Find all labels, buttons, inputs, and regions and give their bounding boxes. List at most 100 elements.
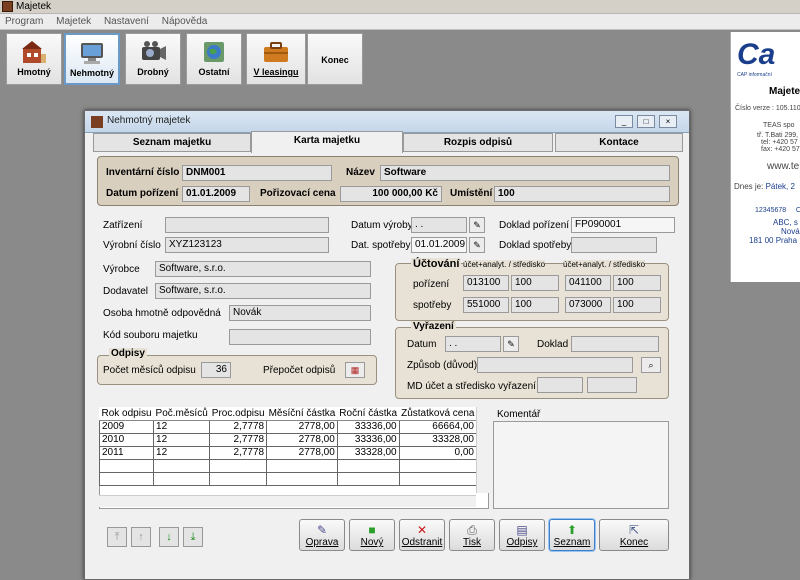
main-toolbar: Hmotný Nehmotný Drobný Ostatní V leasing… [0,30,730,86]
col-rocni-castka[interactable]: Roční částka [337,407,400,421]
acq-doc-field[interactable]: FP090001 [571,217,675,233]
exit-icon: ⇱ [628,523,640,537]
responsible-field[interactable]: Novák [229,305,371,321]
minimize-icon[interactable]: _ [615,115,633,128]
first-record-icon[interactable]: ⤒ [107,527,127,547]
tab-rozpis-odpisu[interactable]: Rozpis odpisů [403,133,553,152]
next-record-icon[interactable]: ↓ [159,527,179,547]
col-rok[interactable]: Rok odpisu [99,407,154,421]
dialog-icon [91,116,103,128]
logo-text: Ca [737,38,776,71]
briefcase-icon [264,42,288,62]
disposal-date-field[interactable]: . . [445,336,501,352]
uctovani-col2-label: účet+analyt. / středisko [563,260,646,269]
zatrizeni-field[interactable] [165,217,329,233]
last-record-icon[interactable]: ⤓ [183,527,203,547]
konec-button[interactable]: ⇱ Konec [599,519,669,551]
toolbar-hmotny-label: Hmotný [17,67,51,77]
porizeni-account2-field[interactable]: 041100 [565,275,611,291]
odpisy-button[interactable]: ▤ Odpisy [499,519,545,551]
cell: 2,7778 [209,445,268,460]
porizeni-center2-field[interactable]: 100 [613,275,661,291]
spotreby-account2-field[interactable]: 073000 [565,297,611,313]
supplier-label: Dodavatel [103,286,149,297]
mfg-date-pencil-icon[interactable]: ✎ [469,217,485,233]
use-date-pencil-icon[interactable]: ✎ [469,237,485,253]
tab-karta-majetku[interactable]: Karta majetku [251,131,403,153]
name-field[interactable]: Software [380,165,670,181]
uctovani-col1-label: účet+analyt. / středisko [463,260,546,269]
col-pocet-mesicu[interactable]: Poč.měsíců [153,407,210,421]
menu-program[interactable]: Program [0,14,48,29]
toolbar-ostatni-button[interactable]: Ostatní [186,33,242,85]
menu-napoveda[interactable]: Nápověda [157,14,213,29]
tisk-button[interactable]: ⎙ Tisk [449,519,495,551]
use-date-field[interactable]: 01.01.2009 [411,237,467,253]
tab-seznam-majetku[interactable]: Seznam majetku [93,133,251,152]
table-row[interactable] [98,471,477,486]
toolbar-nehmotny-button[interactable]: Nehmotný [64,33,120,85]
toolbar-nehmotny-label: Nehmotný [69,68,114,78]
grid-vertical-scrollbar[interactable] [476,407,489,493]
oprava-button[interactable]: ✎ Oprava [299,519,345,551]
inv-number-field[interactable]: DNM001 [182,165,332,181]
toolbar-konec-button[interactable]: Konec [307,33,363,85]
table-row[interactable]: 2009 12 2,7778 2778,00 33336,00 66664,00 [98,419,477,434]
col-mesicni-castka[interactable]: Měsíční částka [266,407,338,421]
manufacturer-field[interactable]: Software, s.r.o. [155,261,371,277]
col-proc-odpisu[interactable]: Proc.odpisu [209,407,267,421]
col-zustatkova-cena[interactable]: Zůstatková cena [399,407,477,421]
comment-textarea[interactable] [493,421,669,509]
prev-record-icon[interactable]: ↑ [131,527,151,547]
toolbar-drobny-label: Drobný [137,67,169,77]
tab-kontace[interactable]: Kontace [555,133,683,152]
company-tel: tel: +420 57 [761,139,798,146]
porizeni-center-field[interactable]: 100 [511,275,559,291]
location-field[interactable]: 100 [494,186,670,202]
porizeni-account-field[interactable]: 013100 [463,275,509,291]
table-row[interactable] [98,458,477,473]
price-field[interactable]: 100 000,00 Kč [340,186,442,202]
close-icon[interactable]: × [659,115,677,128]
toolbar-leasing-button[interactable]: V leasingu [246,33,306,85]
odstranit-button[interactable]: ✕ Odstranit [399,519,445,551]
uctovani-title: Účtování [411,258,462,270]
client-id: 12345678 [755,207,787,214]
months-field[interactable]: 36 [201,362,231,378]
supplier-field[interactable]: Software, s.r.o. [155,283,371,299]
menu-majetek[interactable]: Majetek [51,14,96,29]
toolbar-leasing-label: V leasingu [253,67,299,77]
disposal-account-field[interactable] [537,377,583,393]
table-row[interactable]: 2011 12 2,7778 2778,00 33328,00 0,00 [98,445,477,460]
toolbar-drobny-button[interactable]: Drobný [125,33,181,85]
disposal-date-pencil-icon[interactable]: ✎ [503,336,519,352]
dialog-tabs: Seznam majetku Karta majetku Rozpis odpi… [93,131,683,153]
novy-button[interactable]: ■ Nový [349,519,395,551]
use-doc-field[interactable] [571,237,657,253]
menu-nastaveni[interactable]: Nastavení [99,14,154,29]
use-date-label: Dat. spotřeby [351,240,411,251]
camera-icon [142,41,166,60]
seznam-button[interactable]: ⬆ Seznam [549,519,595,551]
cell: 12 [153,445,211,460]
mfg-date-field[interactable]: . . [411,217,467,233]
table-row[interactable]: 2010 12 2,7778 2778,00 33336,00 33328,00 [98,432,477,447]
client-name: ABC, s [773,218,798,227]
recalc-calculator-icon[interactable]: ▦ [345,362,365,378]
spotreby-account-field[interactable]: 551000 [463,297,509,313]
maximize-icon[interactable]: □ [637,115,655,128]
disposal-reason-lookup-icon[interactable]: ⌕ [641,357,661,373]
cell: 33328,00 [336,445,400,460]
disposal-reason-field[interactable] [477,357,633,373]
cell [153,471,211,486]
cell: 2778,00 [266,432,338,447]
serial-field[interactable]: XYZ123123 [165,237,329,253]
disposal-doc-field[interactable] [571,336,659,352]
spotreby-center-field[interactable]: 100 [511,297,559,313]
spotreby-center2-field[interactable]: 100 [613,297,661,313]
asset-code-field[interactable] [229,329,371,345]
grid-horizontal-scrollbar[interactable] [99,495,476,507]
toolbar-hmotny-button[interactable]: Hmotný [6,33,62,85]
acq-date-field[interactable]: 01.01.2009 [182,186,250,202]
disposal-center-field[interactable] [587,377,637,393]
